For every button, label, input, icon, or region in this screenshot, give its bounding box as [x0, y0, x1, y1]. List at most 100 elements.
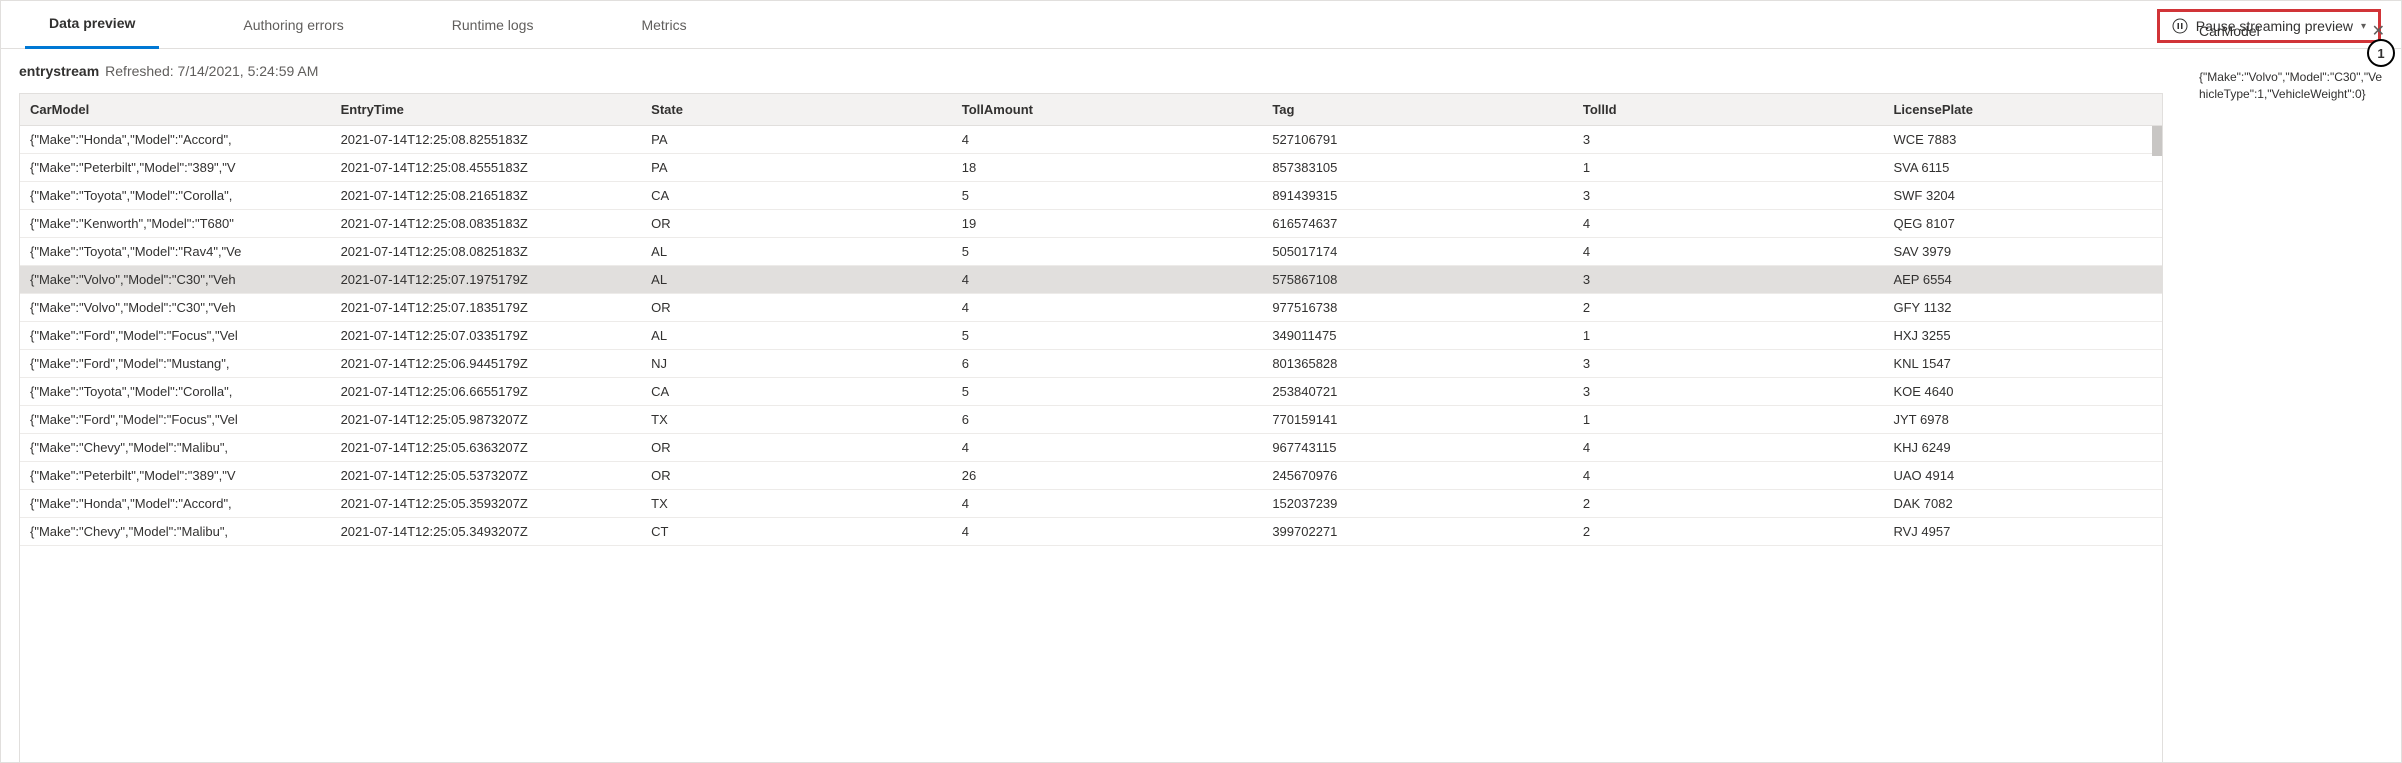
cell-state: OR: [641, 434, 952, 462]
details-panel-title: CarModel: [2199, 23, 2260, 39]
table-row[interactable]: {"Make":"Peterbilt","Model":"389","V2021…: [20, 154, 2162, 182]
cell-tollid: 3: [1573, 350, 1884, 378]
cell-tag: 245670976: [1262, 462, 1573, 490]
col-header-licenseplate[interactable]: LicensePlate: [1883, 94, 2162, 126]
cell-state: OR: [641, 294, 952, 322]
table-row[interactable]: {"Make":"Chevy","Model":"Malibu",2021-07…: [20, 434, 2162, 462]
cell-tollid: 2: [1573, 294, 1884, 322]
cell-licenseplate: SAV 3979: [1883, 238, 2162, 266]
cell-tollamount: 4: [952, 294, 1263, 322]
cell-state: TX: [641, 490, 952, 518]
table-row[interactable]: {"Make":"Toyota","Model":"Corolla",2021-…: [20, 182, 2162, 210]
cell-tollamount: 4: [952, 518, 1263, 546]
cell-tollamount: 6: [952, 406, 1263, 434]
data-grid: Hide details 2 CarModel EntryTime State …: [19, 93, 2163, 763]
col-header-tollamount[interactable]: TollAmount: [952, 94, 1263, 126]
cell-entrytime: 2021-07-14T12:25:05.5373207Z: [331, 462, 642, 490]
cell-tag: 253840721: [1262, 378, 1573, 406]
col-header-tollid[interactable]: TollId: [1573, 94, 1884, 126]
table-row[interactable]: {"Make":"Volvo","Model":"C30","Veh2021-0…: [20, 266, 2162, 294]
col-header-tag[interactable]: Tag: [1262, 94, 1573, 126]
cell-licenseplate: RVJ 4957: [1883, 518, 2162, 546]
cell-carmodel: {"Make":"Ford","Model":"Focus","Vel: [20, 406, 331, 434]
cell-tag: 505017174: [1262, 238, 1573, 266]
cell-tollid: 3: [1573, 126, 1884, 154]
cell-tollid: 3: [1573, 378, 1884, 406]
vertical-scrollbar[interactable]: [2152, 126, 2162, 156]
table-row[interactable]: {"Make":"Ford","Model":"Mustang",2021-07…: [20, 350, 2162, 378]
cell-licenseplate: JYT 6978: [1883, 406, 2162, 434]
cell-licenseplate: DAK 7082: [1883, 490, 2162, 518]
tab-runtime-logs[interactable]: Runtime logs: [428, 1, 558, 49]
table-row[interactable]: {"Make":"Ford","Model":"Focus","Vel2021-…: [20, 406, 2162, 434]
cell-state: AL: [641, 322, 952, 350]
cell-licenseplate: KNL 1547: [1883, 350, 2162, 378]
col-header-state[interactable]: State: [641, 94, 952, 126]
cell-entrytime: 2021-07-14T12:25:07.1835179Z: [331, 294, 642, 322]
cell-licenseplate: KHJ 6249: [1883, 434, 2162, 462]
cell-tollamount: 5: [952, 182, 1263, 210]
details-panel: CarModel ✕ {"Make":"Volvo","Model":"C30"…: [2181, 49, 2401, 763]
cell-entrytime: 2021-07-14T12:25:05.3493207Z: [331, 518, 642, 546]
cell-tollamount: 4: [952, 126, 1263, 154]
table-row[interactable]: {"Make":"Volvo","Model":"C30","Veh2021-0…: [20, 294, 2162, 322]
table-row[interactable]: {"Make":"Honda","Model":"Accord",2021-07…: [20, 490, 2162, 518]
tab-authoring-errors[interactable]: Authoring errors: [219, 1, 367, 49]
tab-data-preview[interactable]: Data preview: [25, 1, 159, 49]
cell-carmodel: {"Make":"Toyota","Model":"Corolla",: [20, 378, 331, 406]
stream-info-bar: entrystream Refreshed: 7/14/2021, 5:24:5…: [1, 49, 2181, 93]
table-row[interactable]: {"Make":"Kenworth","Model":"T680"2021-07…: [20, 210, 2162, 238]
cell-state: PA: [641, 126, 952, 154]
close-icon[interactable]: ✕: [2372, 21, 2385, 41]
cell-licenseplate: WCE 7883: [1883, 126, 2162, 154]
table-row[interactable]: {"Make":"Ford","Model":"Focus","Vel2021-…: [20, 322, 2162, 350]
table-row[interactable]: {"Make":"Honda","Model":"Accord",2021-07…: [20, 126, 2162, 154]
cell-tag: 349011475: [1262, 322, 1573, 350]
col-header-entrytime[interactable]: EntryTime: [331, 94, 642, 126]
annotation-callout-1: 1: [2367, 39, 2395, 67]
cell-tollid: 3: [1573, 266, 1884, 294]
cell-tag: 857383105: [1262, 154, 1573, 182]
cell-tag: 967743115: [1262, 434, 1573, 462]
cell-tollamount: 4: [952, 490, 1263, 518]
cell-licenseplate: GFY 1132: [1883, 294, 2162, 322]
cell-entrytime: 2021-07-14T12:25:05.9873207Z: [331, 406, 642, 434]
table-row[interactable]: {"Make":"Toyota","Model":"Rav4","Ve2021-…: [20, 238, 2162, 266]
cell-tollamount: 5: [952, 378, 1263, 406]
cell-tag: 399702271: [1262, 518, 1573, 546]
table-row[interactable]: {"Make":"Toyota","Model":"Corolla",2021-…: [20, 378, 2162, 406]
cell-tollid: 4: [1573, 434, 1884, 462]
cell-tag: 770159141: [1262, 406, 1573, 434]
cell-tollid: 1: [1573, 322, 1884, 350]
col-header-carmodel[interactable]: CarModel: [20, 94, 331, 126]
cell-entrytime: 2021-07-14T12:25:05.6363207Z: [331, 434, 642, 462]
stream-name: entrystream: [19, 63, 99, 79]
cell-tollid: 1: [1573, 406, 1884, 434]
cell-entrytime: 2021-07-14T12:25:08.0825183Z: [331, 238, 642, 266]
cell-state: PA: [641, 154, 952, 182]
cell-licenseplate: UAO 4914: [1883, 462, 2162, 490]
cell-entrytime: 2021-07-14T12:25:07.0335179Z: [331, 322, 642, 350]
cell-carmodel: {"Make":"Toyota","Model":"Rav4","Ve: [20, 238, 331, 266]
cell-carmodel: {"Make":"Kenworth","Model":"T680": [20, 210, 331, 238]
cell-licenseplate: AEP 6554: [1883, 266, 2162, 294]
cell-state: CT: [641, 518, 952, 546]
cell-state: CA: [641, 378, 952, 406]
cell-tollamount: 4: [952, 434, 1263, 462]
cell-tollamount: 5: [952, 238, 1263, 266]
tab-metrics[interactable]: Metrics: [617, 1, 710, 49]
table-row[interactable]: {"Make":"Chevy","Model":"Malibu",2021-07…: [20, 518, 2162, 546]
cell-state: CA: [641, 182, 952, 210]
cell-tollamount: 5: [952, 322, 1263, 350]
cell-state: NJ: [641, 350, 952, 378]
cell-tollamount: 18: [952, 154, 1263, 182]
cell-entrytime: 2021-07-14T12:25:08.0835183Z: [331, 210, 642, 238]
cell-licenseplate: SVA 6115: [1883, 154, 2162, 182]
cell-carmodel: {"Make":"Volvo","Model":"C30","Veh: [20, 294, 331, 322]
table-row[interactable]: {"Make":"Peterbilt","Model":"389","V2021…: [20, 462, 2162, 490]
refreshed-timestamp: Refreshed: 7/14/2021, 5:24:59 AM: [105, 63, 318, 79]
pause-icon: [2172, 18, 2188, 34]
cell-tollid: 2: [1573, 490, 1884, 518]
cell-licenseplate: KOE 4640: [1883, 378, 2162, 406]
cell-carmodel: {"Make":"Volvo","Model":"C30","Veh: [20, 266, 331, 294]
